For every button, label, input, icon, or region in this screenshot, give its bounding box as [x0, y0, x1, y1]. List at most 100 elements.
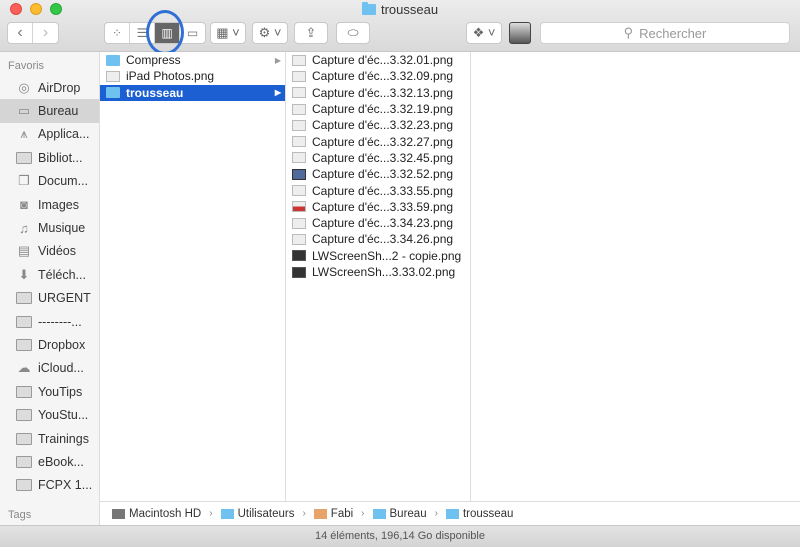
sidebar-item-label: Images	[38, 197, 79, 212]
file-row[interactable]: Capture d'éc...3.33.55.png	[286, 182, 470, 198]
sidebar-item[interactable]: ◙ Images	[0, 193, 99, 216]
folder-icon	[16, 338, 32, 352]
image-file-icon	[292, 201, 306, 213]
file-row[interactable]: Compress ▶	[100, 52, 285, 68]
image-file-icon	[292, 233, 306, 245]
sidebar-item-label: eBook...	[38, 454, 84, 469]
status-bar: 14 éléments, 196,14 Go disponible	[0, 525, 800, 547]
sidebar-item-label: Docum...	[38, 174, 89, 189]
file-row[interactable]: LWScreenSh...3.33.02.png	[286, 264, 470, 280]
sidebar-item-label: Dropbox	[38, 337, 86, 352]
path-item[interactable]: trousseau	[445, 508, 513, 520]
file-name: Capture d'éc...3.34.23.png	[312, 216, 454, 231]
search-placeholder: Rechercher	[639, 25, 707, 41]
image-file-icon	[292, 119, 306, 131]
back-button[interactable]: ‹	[8, 23, 33, 43]
path-item-label: Macintosh HD	[129, 507, 202, 520]
file-row[interactable]: Capture d'éc...3.34.23.png	[286, 215, 470, 231]
sidebar-item[interactable]: eBook...	[0, 450, 99, 473]
dropbox-button[interactable]: ❖ ˅	[466, 22, 502, 44]
path-separator-icon: ›	[302, 508, 306, 519]
folder-icon	[361, 2, 376, 15]
sidebar-item[interactable]: Bibliot...	[0, 146, 99, 169]
sidebar-item-label: Bureau	[38, 104, 79, 119]
file-row[interactable]: LWScreenSh...2 - copie.png	[286, 248, 470, 264]
sidebar-item[interactable]: FCPX 1...	[0, 474, 99, 497]
dropbox-icon: ❖ ˅	[472, 25, 496, 40]
film-icon: ▤	[17, 243, 31, 259]
column-3-empty	[471, 52, 800, 501]
file-name: Capture d'éc...3.34.26.png	[312, 232, 454, 247]
file-row[interactable]: Capture d'éc...3.32.19.png	[286, 101, 470, 117]
image-file-icon	[292, 152, 306, 164]
image-file-icon	[292, 103, 306, 115]
path-item[interactable]: Bureau	[372, 508, 427, 520]
sidebar-item[interactable]: ❐ Docum...	[0, 170, 99, 193]
sidebar-item[interactable]: ◎ AirDrop	[0, 76, 99, 99]
share-button[interactable]: ⇪	[294, 22, 328, 44]
file-row[interactable]: Capture d'éc...3.32.01.png	[286, 52, 470, 68]
sidebar-item[interactable]: ⩚ Applica...	[0, 123, 99, 146]
file-row[interactable]: Capture d'éc...3.32.27.png	[286, 133, 470, 149]
file-row[interactable]: Capture d'éc...3.32.45.png	[286, 150, 470, 166]
file-row[interactable]: Capture d'éc...3.32.13.png	[286, 85, 470, 101]
path-separator-icon: ›	[361, 508, 365, 519]
folder-icon	[16, 408, 32, 422]
sidebar-item[interactable]: ▤ Vidéos	[0, 240, 99, 263]
column-view-button[interactable]: ▥	[155, 23, 180, 43]
sidebar-item-label: FCPX 1...	[38, 478, 93, 493]
desktop-icon: ▭	[17, 103, 31, 119]
window-title-text: trousseau	[380, 2, 439, 17]
gear-icon: ⚙ ˅	[258, 25, 282, 40]
file-row[interactable]: Capture d'éc...3.32.52.png	[286, 166, 470, 182]
sidebar-item[interactable]: --------...	[0, 310, 99, 333]
folder-icon	[16, 151, 32, 165]
arrange-button[interactable]: ▦ ˅	[210, 22, 246, 44]
image-file-icon	[292, 217, 306, 229]
path-item[interactable]: Utilisateurs	[220, 508, 294, 520]
file-row[interactable]: trousseau ▶	[100, 84, 285, 101]
forward-button[interactable]: ›	[33, 23, 58, 43]
file-name: Compress	[126, 53, 181, 68]
file-name: Capture d'éc...3.32.23.png	[312, 118, 454, 133]
finder-window: trousseau ‹ › ⁘ ☰ ▥ ▭ ▦ ˅ ⚙ ˅ ⇪ ⬭ ❖ ˅ ⚲ …	[0, 0, 800, 547]
folder-icon	[445, 508, 459, 519]
sidebar-item[interactable]: Trainings	[0, 427, 99, 450]
image-file-icon	[292, 266, 306, 278]
disclosure-arrow-icon: ▶	[274, 55, 281, 65]
sidebar-item[interactable]: ▭ Bureau	[0, 99, 99, 123]
sidebar-item-label: Trainings	[38, 431, 89, 446]
action-button[interactable]: ⚙ ˅	[252, 22, 288, 44]
path-separator-icon: ›	[209, 508, 213, 519]
sidebar-item[interactable]: ☁ iCloud...	[0, 357, 99, 380]
list-view-button[interactable]: ☰	[130, 23, 155, 43]
app-extension-icon[interactable]	[509, 22, 531, 44]
file-row[interactable]: Capture d'éc...3.32.09.png	[286, 68, 470, 84]
title-toolbar: trousseau ‹ › ⁘ ☰ ▥ ▭ ▦ ˅ ⚙ ˅ ⇪ ⬭ ❖ ˅ ⚲ …	[0, 0, 800, 55]
sidebar-item[interactable]: URGENT	[0, 287, 99, 310]
file-row[interactable]: iPad Photos.png	[100, 68, 285, 84]
folder-icon	[16, 315, 32, 329]
path-item-label: Fabi	[330, 507, 354, 520]
sidebar-item[interactable]: YouTips	[0, 380, 99, 403]
icon-view-button[interactable]: ⁘	[105, 23, 130, 43]
folder-icon	[16, 291, 32, 305]
file-name: Capture d'éc...3.33.59.png	[312, 199, 454, 214]
sidebar-item[interactable]: ♫ Musique	[0, 216, 99, 239]
file-row[interactable]: Capture d'éc...3.32.23.png	[286, 117, 470, 133]
file-name: LWScreenSh...2 - copie.png	[312, 248, 462, 263]
applications-icon: ⩚	[20, 126, 28, 142]
folder-icon	[106, 87, 120, 99]
file-row[interactable]: Capture d'éc...3.34.26.png	[286, 231, 470, 247]
music-icon: ♫	[19, 220, 29, 236]
tag-button[interactable]: ⬭	[336, 22, 370, 44]
sidebar-item[interactable]: Dropbox	[0, 333, 99, 356]
sidebar-item[interactable]: YouStu...	[0, 403, 99, 426]
sidebar-item[interactable]: ⬇ Téléch...	[0, 263, 99, 286]
path-item[interactable]: Macintosh HD	[112, 508, 201, 520]
file-row[interactable]: Capture d'éc...3.33.59.png	[286, 199, 470, 215]
search-field[interactable]: ⚲ Rechercher	[540, 22, 790, 44]
path-item[interactable]: Fabi	[313, 507, 354, 520]
view-mode-selector: ⁘ ☰ ▥ ▭	[104, 22, 206, 44]
coverflow-view-button[interactable]: ▭	[180, 23, 205, 43]
